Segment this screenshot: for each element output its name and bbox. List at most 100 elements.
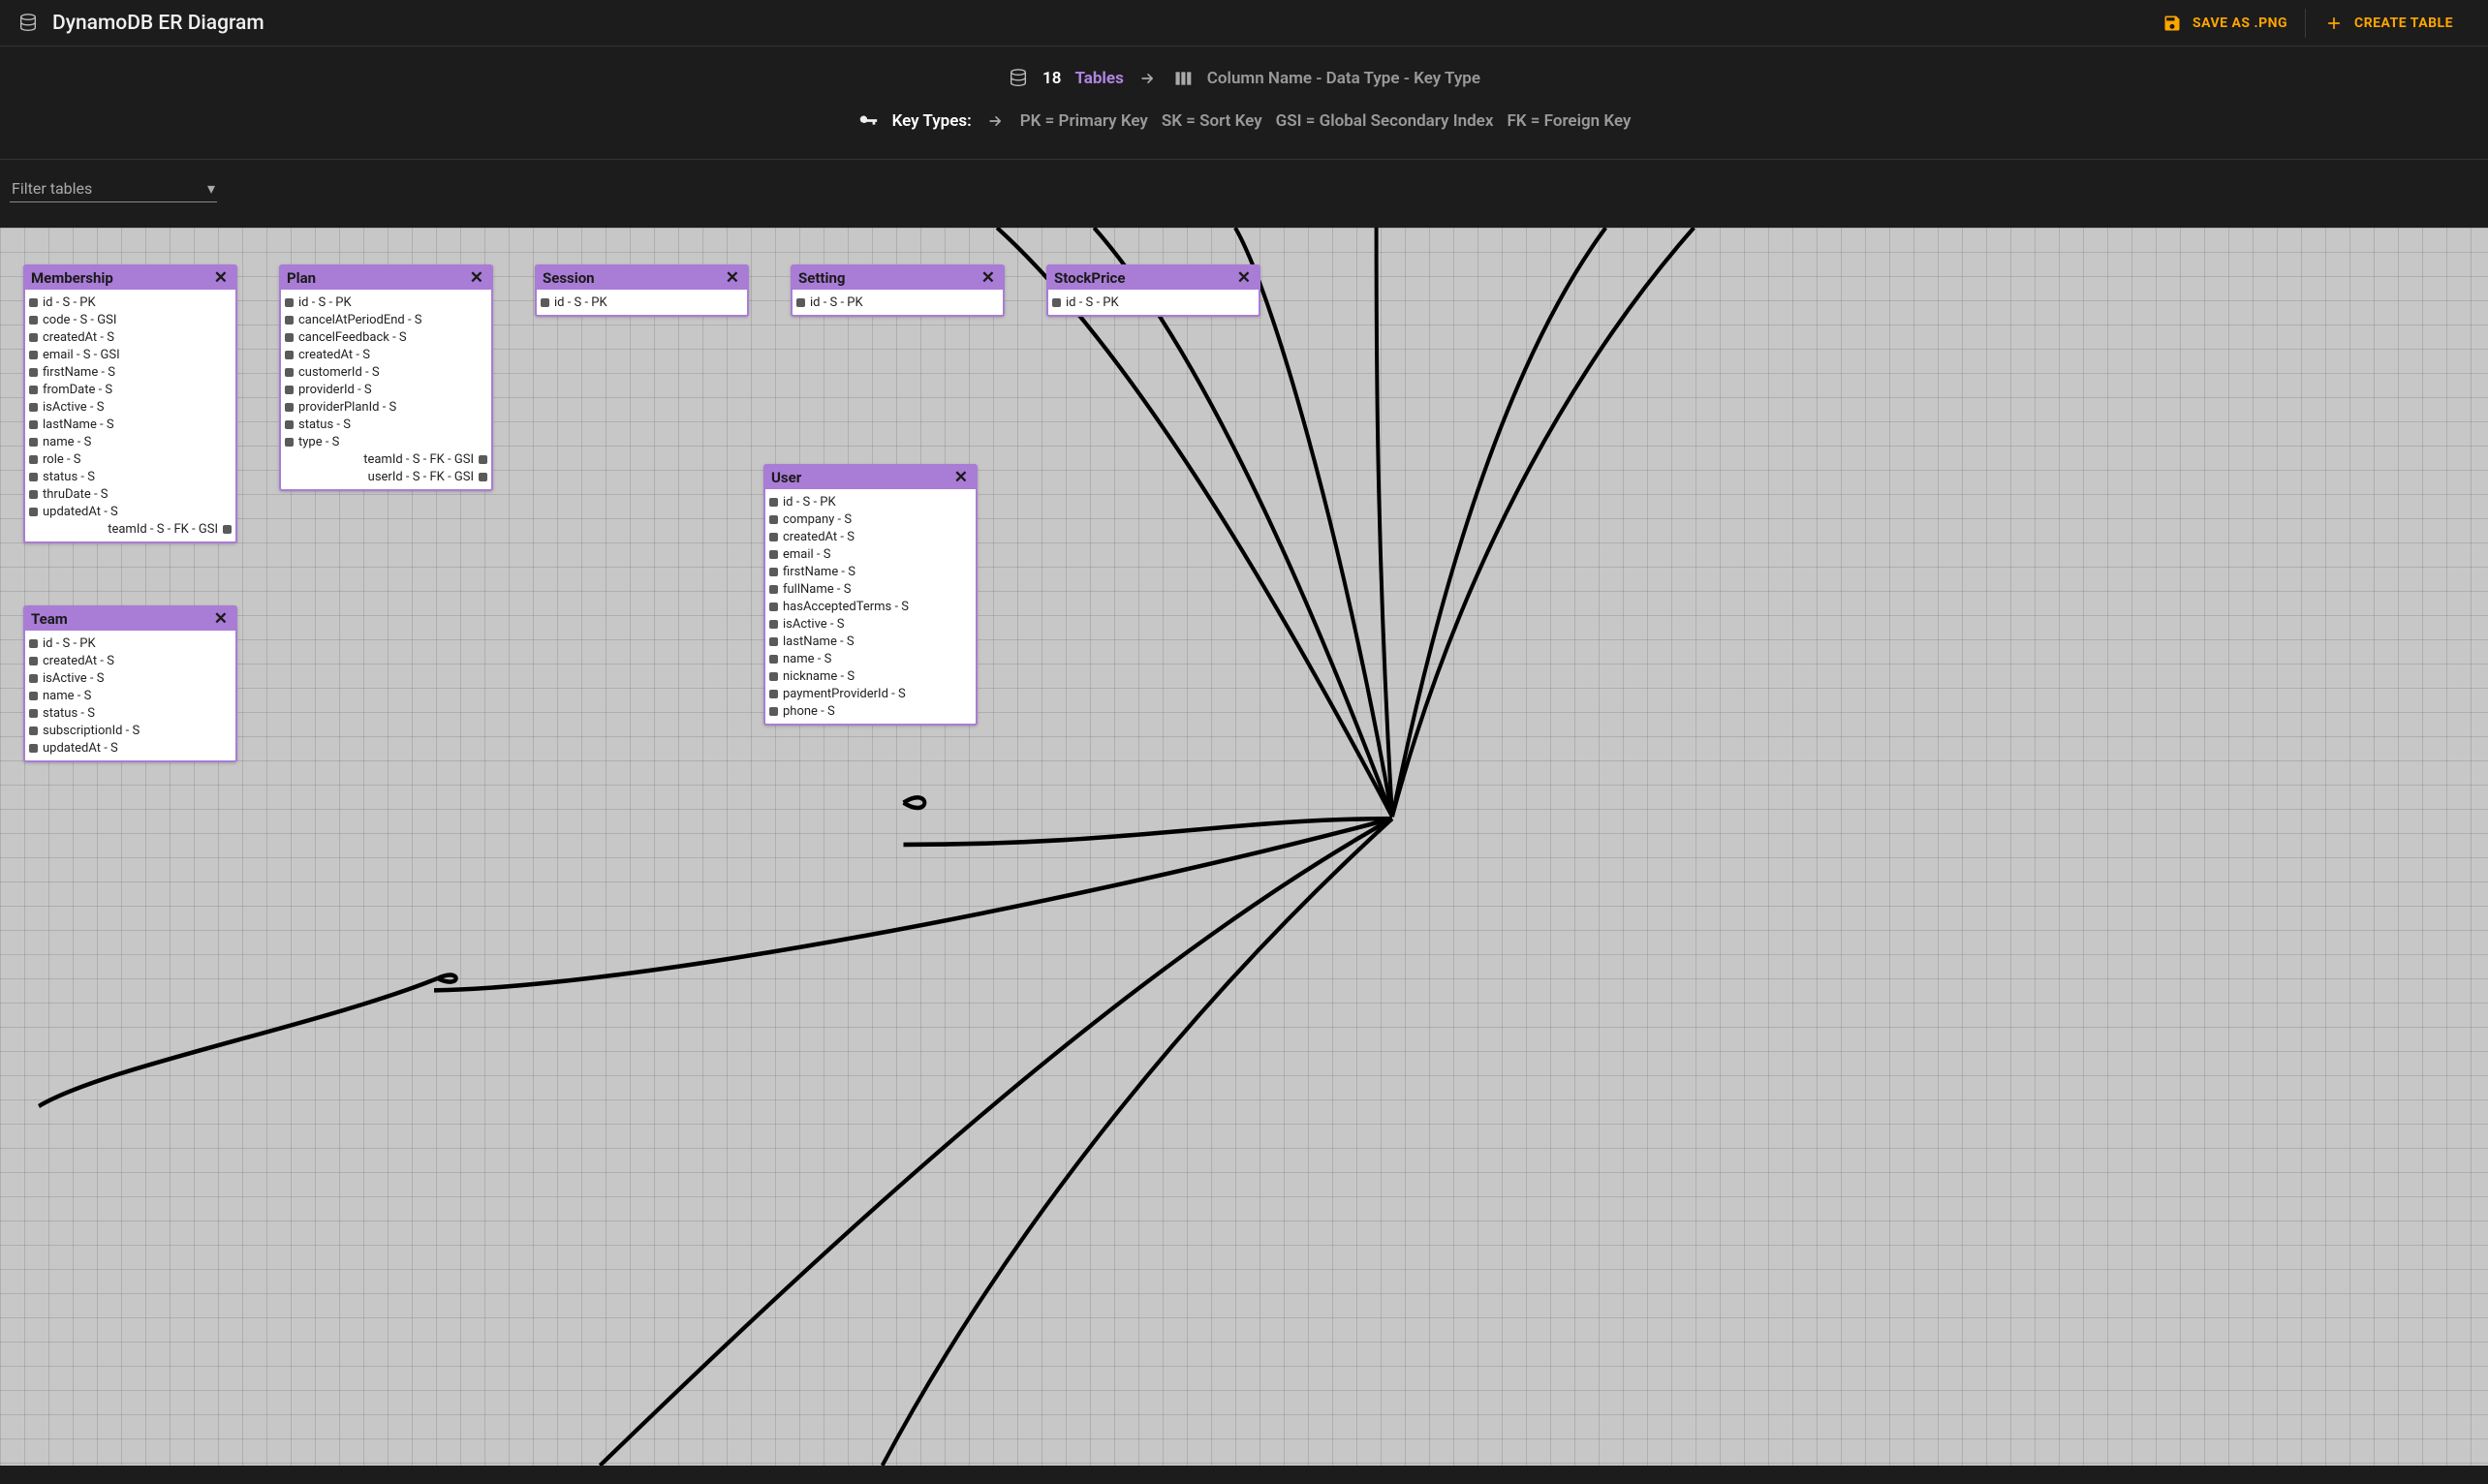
column-row[interactable]: type - S [281, 433, 491, 450]
column-row[interactable]: company - S [765, 510, 976, 528]
port-icon[interactable] [769, 690, 778, 698]
port-icon[interactable] [29, 508, 38, 516]
column-row[interactable]: status - S [25, 468, 235, 485]
column-row[interactable]: id - S - PK [1048, 294, 1259, 311]
port-icon[interactable] [769, 550, 778, 559]
port-icon[interactable] [769, 585, 778, 594]
column-row[interactable]: id - S - PK [25, 634, 235, 652]
close-icon[interactable]: ✕ [212, 611, 230, 628]
port-icon[interactable] [285, 403, 294, 412]
port-icon[interactable] [541, 298, 549, 307]
close-icon[interactable]: ✕ [952, 470, 970, 486]
port-icon[interactable] [1052, 298, 1061, 307]
column-row[interactable]: email - S - GSI [25, 346, 235, 363]
column-row[interactable]: name - S [25, 433, 235, 450]
table-node-membership[interactable]: Membership✕id - S - PKcode - S - GSIcrea… [23, 264, 237, 543]
table-node-plan[interactable]: Plan✕id - S - PKcancelAtPeriodEnd - Scan… [279, 264, 493, 491]
port-icon[interactable] [769, 620, 778, 629]
port-icon[interactable] [29, 333, 38, 342]
create-table-button[interactable]: CREATE TABLE [2306, 3, 2471, 44]
port-icon[interactable] [769, 707, 778, 716]
port-icon[interactable] [29, 657, 38, 665]
port-icon[interactable] [29, 298, 38, 307]
column-row-fk[interactable]: userId - S - FK - GSI [281, 468, 491, 485]
port-icon[interactable] [29, 727, 38, 735]
column-row[interactable]: id - S - PK [537, 294, 747, 311]
port-icon[interactable] [769, 637, 778, 646]
port-icon[interactable] [29, 455, 38, 464]
port-icon[interactable] [223, 525, 232, 534]
column-row[interactable]: status - S [281, 416, 491, 433]
table-node-user[interactable]: User✕ id - S - PKcompany - ScreatedAt - S… [763, 464, 978, 726]
column-row[interactable]: role - S [25, 450, 235, 468]
table-header[interactable]: StockPrice✕ [1048, 266, 1259, 290]
port-icon[interactable] [769, 655, 778, 664]
port-icon[interactable] [285, 333, 294, 342]
port-icon[interactable] [29, 316, 38, 325]
table-node-team[interactable]: Team✕id - S - PKcreatedAt - SisActive - … [23, 605, 237, 762]
port-icon[interactable] [796, 298, 805, 307]
column-row[interactable]: status - S [25, 704, 235, 722]
column-row[interactable]: phone - S [765, 702, 976, 720]
column-row[interactable]: fromDate - S [25, 381, 235, 398]
port-icon[interactable] [29, 351, 38, 359]
table-header[interactable]: Plan✕ [281, 266, 491, 290]
port-icon[interactable] [29, 368, 38, 377]
column-row[interactable]: id - S - PK [793, 294, 1003, 311]
column-row[interactable]: isActive - S [25, 398, 235, 416]
port-icon[interactable] [29, 639, 38, 648]
diagram-canvas[interactable]: Membership✕id - S - PKcode - S - GSIcrea… [0, 228, 2488, 1466]
table-header[interactable]: User✕ [765, 466, 976, 489]
close-icon[interactable]: ✕ [724, 270, 741, 287]
column-row[interactable]: name - S [25, 687, 235, 704]
port-icon[interactable] [29, 386, 38, 394]
column-row[interactable]: cancelFeedback - S [281, 328, 491, 346]
column-row[interactable]: providerPlanId - S [281, 398, 491, 416]
close-icon[interactable]: ✕ [468, 270, 485, 287]
port-icon[interactable] [29, 490, 38, 499]
column-row[interactable]: lastName - S [25, 416, 235, 433]
close-icon[interactable]: ✕ [980, 270, 997, 287]
column-row[interactable]: providerId - S [281, 381, 491, 398]
column-row[interactable]: id - S - PK [765, 493, 976, 510]
port-icon[interactable] [285, 316, 294, 325]
column-row[interactable]: firstName - S [25, 363, 235, 381]
port-icon[interactable] [769, 498, 778, 507]
column-row-fk[interactable]: teamId - S - FK - GSI [25, 520, 235, 538]
column-row[interactable]: createdAt - S [281, 346, 491, 363]
column-row[interactable]: id - S - PK [25, 294, 235, 311]
port-icon[interactable] [769, 568, 778, 576]
column-row-fk[interactable]: teamId - S - FK - GSI [281, 450, 491, 468]
port-icon[interactable] [29, 692, 38, 700]
column-row[interactable]: lastName - S [765, 633, 976, 650]
table-header[interactable]: Membership✕ [25, 266, 235, 290]
column-row[interactable]: isActive - S [765, 615, 976, 633]
close-icon[interactable]: ✕ [212, 270, 230, 287]
column-row[interactable]: createdAt - S [25, 328, 235, 346]
column-row[interactable]: fullName - S [765, 580, 976, 598]
port-icon[interactable] [479, 455, 487, 464]
port-icon[interactable] [769, 603, 778, 611]
port-icon[interactable] [29, 420, 38, 429]
column-row[interactable]: hasAcceptedTerms - S [765, 598, 976, 615]
table-node-setting[interactable]: Setting✕id - S - PK [791, 264, 1005, 317]
port-icon[interactable] [29, 438, 38, 447]
port-icon[interactable] [29, 403, 38, 412]
port-icon[interactable] [769, 672, 778, 681]
column-row[interactable]: isActive - S [25, 669, 235, 687]
table-header[interactable]: Session✕ [537, 266, 747, 290]
column-row[interactable]: thruDate - S [25, 485, 235, 503]
port-icon[interactable] [29, 473, 38, 481]
column-row[interactable]: name - S [765, 650, 976, 667]
table-header[interactable]: Team✕ [25, 607, 235, 631]
port-icon[interactable] [479, 473, 487, 481]
filter-tables-select[interactable]: Filter tables ▾ [10, 171, 217, 202]
column-row[interactable]: customerId - S [281, 363, 491, 381]
port-icon[interactable] [29, 709, 38, 718]
port-icon[interactable] [29, 744, 38, 753]
save-as-png-button[interactable]: SAVE AS .PNG [2144, 3, 2305, 44]
column-row[interactable]: createdAt - S [765, 528, 976, 545]
port-icon[interactable] [285, 420, 294, 429]
table-node-stockprice[interactable]: StockPrice✕ id - S - PK [1046, 264, 1260, 317]
column-row[interactable]: cancelAtPeriodEnd - S [281, 311, 491, 328]
